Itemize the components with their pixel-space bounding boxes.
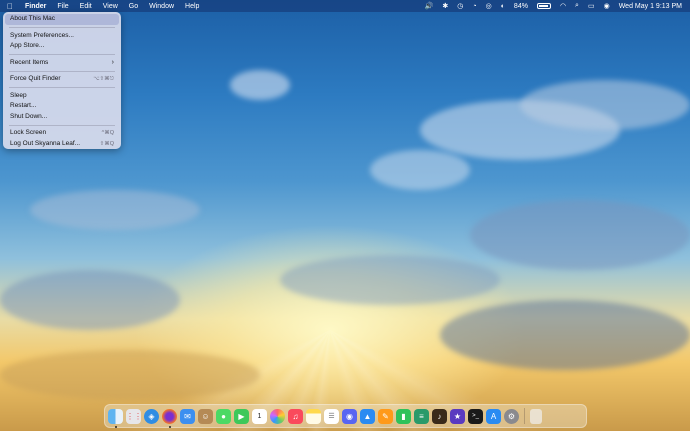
safari-icon[interactable]: ◈	[144, 408, 159, 424]
menu-item-app-store[interactable]: App Store...	[3, 41, 121, 52]
spotlight-icon[interactable]: ⌕	[575, 2, 579, 10]
numbers-icon[interactable]: ▮	[396, 408, 411, 424]
terminal-icon[interactable]: >_	[468, 408, 483, 424]
vpn-icon[interactable]: ◎	[486, 2, 492, 10]
finder-icon[interactable]	[108, 408, 123, 428]
discord-icon[interactable]: ◉	[342, 408, 357, 424]
shortcut-lock-screen: ^⌘Q	[101, 130, 114, 136]
menu-item-log-out[interactable]: Log Out Skyanna Leaf... ⇧⌘Q	[3, 139, 121, 150]
keynote-icon[interactable]: ▲	[360, 408, 375, 424]
calendar-date: 1	[257, 412, 262, 420]
volume-icon[interactable]: 🔊	[425, 2, 434, 10]
battery-percent[interactable]: 84%	[514, 3, 528, 10]
firefox-icon[interactable]	[162, 408, 177, 428]
menu-separator	[9, 27, 115, 28]
messages-icon[interactable]: ●	[216, 408, 231, 424]
status-area: 🔊 ✱ ◷ ◔ ◎ ◐ 84% ◠ ⌕ ▭ ◉ Wed May 1 9:13 P…	[425, 0, 682, 12]
layers-icon[interactable]: ≡	[414, 408, 429, 424]
wifi-icon[interactable]: ◠	[560, 2, 566, 10]
menu-item-system-preferences[interactable]: System Preferences...	[3, 31, 121, 42]
reminders-icon[interactable]: ☰	[324, 408, 339, 424]
shortcut-force-quit: ⌥⇧⌘⎋	[93, 76, 114, 82]
cloud	[280, 255, 500, 305]
menu-separator	[9, 87, 115, 88]
menu-separator	[9, 124, 115, 126]
menu-edit[interactable]: Edit	[80, 3, 92, 10]
menu-item-sleep[interactable]: Sleep	[3, 91, 121, 102]
menu-file[interactable]: File	[57, 3, 68, 10]
music-icon[interactable]: ♫	[288, 408, 303, 424]
running-indicator	[168, 425, 171, 428]
cloud	[440, 300, 690, 370]
battery-icon[interactable]	[536, 3, 551, 9]
cloud	[520, 80, 690, 130]
launchpad-icon[interactable]: ⋮⋮	[126, 408, 142, 424]
menu-item-restart[interactable]: Restart...	[3, 101, 121, 112]
clock-status-icon[interactable]: ◔	[472, 3, 476, 10]
menu-window[interactable]: Window	[149, 3, 174, 10]
photos-icon[interactable]	[270, 408, 285, 424]
running-indicator	[114, 425, 117, 428]
system-preferences-icon[interactable]: ⚙	[504, 408, 519, 424]
menu-go[interactable]: Go	[129, 3, 138, 10]
cloud	[470, 200, 690, 270]
control-center-icon[interactable]: ▭	[588, 2, 595, 10]
menu-help[interactable]: Help	[185, 3, 199, 10]
siri-icon[interactable]: ◉	[604, 2, 610, 10]
bluetooth-icon[interactable]: ✱	[442, 2, 448, 10]
cloud	[230, 70, 290, 100]
apple-dropdown-menu: About This Mac System Preferences... App…	[3, 12, 121, 149]
trash-icon[interactable]	[530, 408, 542, 424]
app-store-icon[interactable]: A	[486, 408, 501, 424]
menu-item-shut-down[interactable]: Shut Down...	[3, 112, 121, 123]
menu-clock[interactable]: Wed May 1 9:13 PM	[619, 3, 682, 10]
menu-separator	[9, 54, 115, 55]
cloud	[0, 350, 260, 400]
menu-item-recent-items[interactable]: Recent Items ›	[3, 58, 121, 69]
menu-separator	[9, 70, 115, 72]
menu-item-about[interactable]: About This Mac	[5, 14, 119, 25]
mail-icon[interactable]: ✉	[180, 408, 195, 424]
contacts-icon[interactable]: ☺	[198, 408, 213, 424]
menu-item-force-quit[interactable]: Force Quit Finder ⌥⇧⌘⎋	[3, 74, 121, 85]
cloud	[0, 270, 180, 330]
focus-icon[interactable]: ◐	[501, 3, 505, 10]
dock: ⋮⋮ ◈ ✉ ☺ ● ▶ 1 ♫ ☰ ◉ ▲ ✎ ▮ ≡ ♪ ★ >_ A ⚙	[104, 404, 587, 428]
dock-divider	[524, 408, 525, 424]
cloud	[30, 190, 200, 230]
menu-item-lock-screen[interactable]: Lock Screen ^⌘Q	[3, 128, 121, 139]
facetime-icon[interactable]: ▶	[234, 408, 249, 424]
menu-bar:  Finder File Edit View Go Window Help 🔊…	[0, 0, 690, 12]
garageband-icon[interactable]: ♪	[432, 408, 447, 424]
apple-menu-icon[interactable]: 	[7, 2, 17, 11]
shortcut-log-out: ⇧⌘Q	[99, 140, 114, 147]
menu-view[interactable]: View	[103, 3, 118, 10]
chevron-right-icon: ›	[111, 58, 114, 66]
cloud	[370, 150, 470, 190]
pages-icon[interactable]: ✎	[378, 408, 393, 424]
notes-icon[interactable]	[306, 408, 321, 424]
calendar-icon[interactable]: 1	[252, 408, 267, 424]
time-machine-icon[interactable]: ◷	[457, 2, 463, 10]
menu-app-name[interactable]: Finder	[25, 3, 46, 10]
imovie-icon[interactable]: ★	[450, 408, 465, 424]
